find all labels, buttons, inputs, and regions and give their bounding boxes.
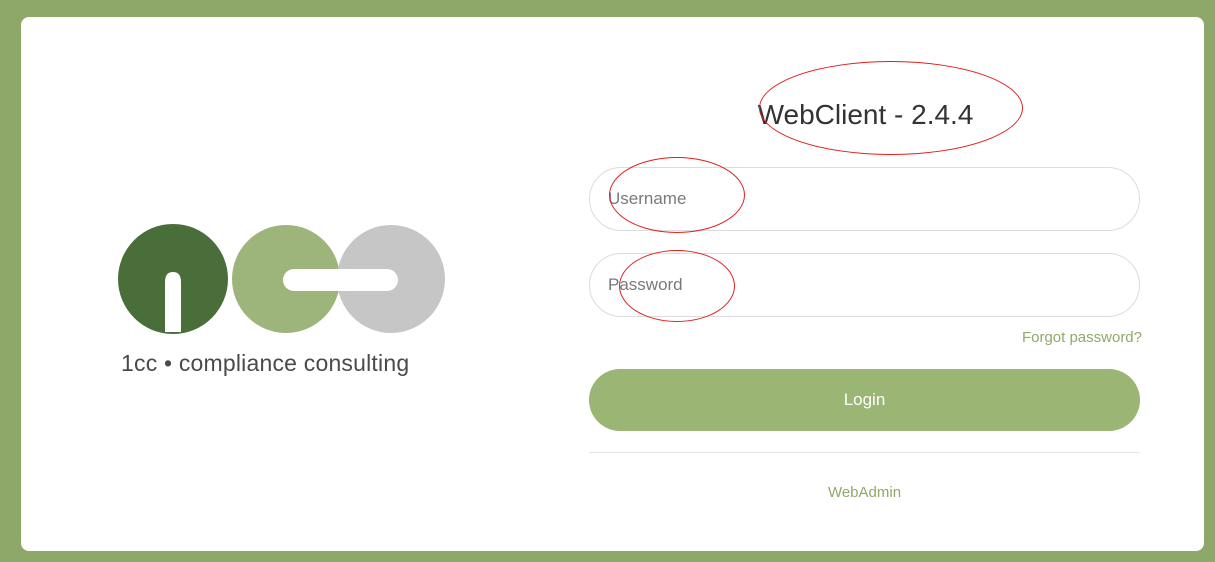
webadmin-link[interactable]: WebAdmin <box>589 484 1140 501</box>
logo-text: 1cc • compliance consulting <box>121 350 410 376</box>
username-input[interactable] <box>589 167 1140 231</box>
logo-n-cutout <box>165 272 181 332</box>
login-card: 1cc • compliance consulting WebClient - … <box>21 17 1204 551</box>
login-button[interactable]: Login <box>589 369 1140 431</box>
divider <box>589 452 1140 453</box>
password-input[interactable] <box>589 253 1140 317</box>
logo-circles-graphic <box>118 224 445 334</box>
forgot-password-link[interactable]: Forgot password? <box>1022 329 1142 346</box>
logo-connector-bar <box>283 269 398 291</box>
company-logo: 1cc • compliance consulting <box>113 212 458 392</box>
page-title: WebClient - 2.4.4 <box>757 99 974 130</box>
